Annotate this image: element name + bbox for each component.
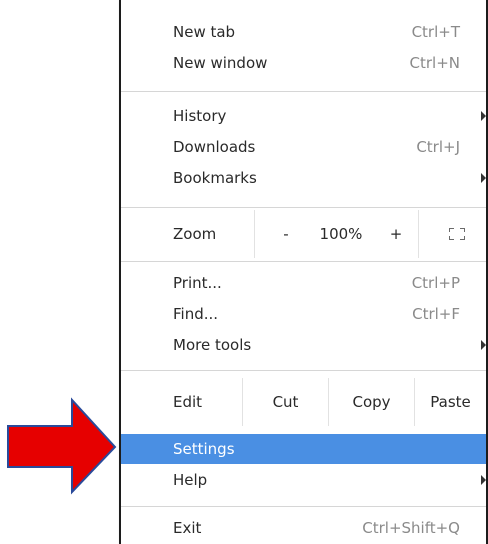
exit-label: Exit bbox=[173, 519, 202, 537]
zoom-level: 100% bbox=[319, 225, 363, 243]
print-shortcut: Ctrl+P bbox=[411, 274, 460, 292]
settings-label: Settings bbox=[173, 440, 235, 458]
new-tab-label: New tab bbox=[173, 23, 236, 41]
red-arrow-pointer-icon bbox=[7, 397, 117, 495]
copy-button[interactable]: Copy bbox=[329, 378, 414, 426]
new-tab-shortcut: Ctrl+T bbox=[411, 23, 460, 41]
menu-separator bbox=[121, 207, 486, 208]
menu-item-help[interactable]: Help bbox=[121, 465, 486, 495]
menu-separator bbox=[121, 261, 486, 262]
edit-label: Edit bbox=[173, 393, 203, 411]
fullscreen-button[interactable] bbox=[439, 210, 475, 258]
find-label: Find... bbox=[173, 305, 219, 323]
cut-button[interactable]: Cut bbox=[243, 378, 328, 426]
zoom-divider bbox=[254, 210, 255, 258]
menu-item-new-tab[interactable]: New tab Ctrl+T bbox=[121, 17, 486, 47]
menu-separator bbox=[121, 91, 486, 92]
zoom-row: Zoom - 100% + bbox=[121, 210, 486, 258]
edit-row: Edit Cut Copy Paste bbox=[121, 378, 486, 426]
menu-separator bbox=[121, 506, 486, 507]
menu-separator bbox=[121, 370, 486, 371]
menu-item-print[interactable]: Print... Ctrl+P bbox=[121, 268, 486, 298]
paste-button[interactable]: Paste bbox=[415, 378, 486, 426]
exit-shortcut: Ctrl+Shift+Q bbox=[362, 519, 460, 537]
menu-item-settings[interactable]: Settings bbox=[121, 434, 486, 464]
print-label: Print... bbox=[173, 274, 222, 292]
zoom-label: Zoom bbox=[173, 225, 217, 243]
zoom-in-button[interactable]: + bbox=[381, 210, 411, 258]
menu-item-more-tools[interactable]: More tools bbox=[121, 330, 486, 360]
caret-right-icon bbox=[481, 340, 486, 350]
new-window-label: New window bbox=[173, 54, 268, 72]
downloads-shortcut: Ctrl+J bbox=[416, 138, 460, 156]
more-tools-label: More tools bbox=[173, 336, 252, 354]
new-window-shortcut: Ctrl+N bbox=[409, 54, 460, 72]
history-label: History bbox=[173, 107, 227, 125]
menu-item-exit[interactable]: Exit Ctrl+Shift+Q bbox=[121, 513, 486, 543]
downloads-label: Downloads bbox=[173, 138, 256, 156]
menu-item-bookmarks[interactable]: Bookmarks bbox=[121, 163, 486, 193]
menu-item-downloads[interactable]: Downloads Ctrl+J bbox=[121, 132, 486, 162]
fullscreen-icon bbox=[449, 228, 465, 240]
caret-right-icon bbox=[481, 173, 486, 183]
menu-item-new-window[interactable]: New window Ctrl+N bbox=[121, 48, 486, 78]
caret-right-icon bbox=[481, 475, 486, 485]
browser-context-menu: New tab Ctrl+T New window Ctrl+N History… bbox=[119, 0, 488, 544]
zoom-out-button[interactable]: - bbox=[271, 210, 301, 258]
menu-item-history[interactable]: History bbox=[121, 101, 486, 131]
bookmarks-label: Bookmarks bbox=[173, 169, 257, 187]
caret-right-icon bbox=[481, 111, 486, 121]
zoom-divider bbox=[418, 210, 419, 258]
find-shortcut: Ctrl+F bbox=[412, 305, 460, 323]
menu-item-find[interactable]: Find... Ctrl+F bbox=[121, 299, 486, 329]
help-label: Help bbox=[173, 471, 208, 489]
